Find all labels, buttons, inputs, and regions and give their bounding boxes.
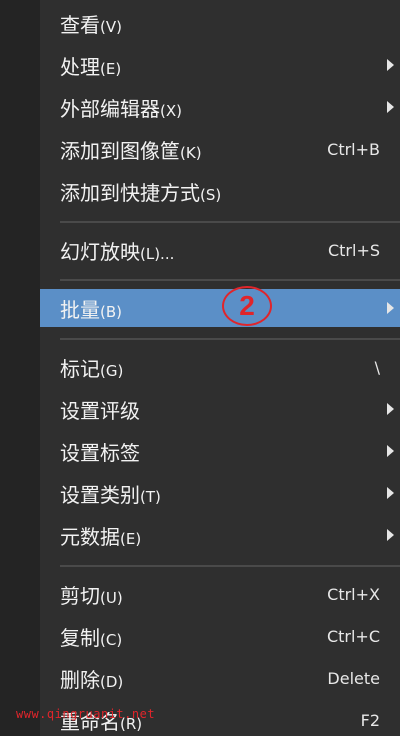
menu-item-label: 查看(V): [60, 12, 122, 37]
menu-item-label: 处理(E): [60, 54, 122, 79]
submenu-arrow-icon: [387, 59, 394, 71]
menu-item-process[interactable]: 处理(E): [40, 46, 400, 84]
submenu-arrow-icon: [387, 445, 394, 457]
menu-item-label: 批量(B): [60, 297, 122, 322]
screen: 查看(V) 处理(E) 外部编辑器(X) 添加到图像筐(K) Ctrl+B 添加…: [0, 0, 400, 736]
menu-item-shortcut: Ctrl+C: [326, 626, 380, 646]
step-number-annotation: 2: [222, 286, 272, 326]
menu-item-add-to-shortcuts[interactable]: 添加到快捷方式(S): [40, 172, 400, 210]
submenu-arrow-icon: [387, 101, 394, 113]
menu-item-shortcut: Ctrl+B: [327, 139, 380, 159]
menu-item-label: 剪切(U): [60, 583, 123, 608]
menu-item-external-editor[interactable]: 外部编辑器(X): [40, 88, 400, 126]
menu-separator: [60, 338, 400, 340]
watermark-text: www.qingruanit.net: [16, 707, 156, 721]
submenu-arrow-icon: [387, 487, 394, 499]
menu-item-label: 标记(G): [60, 356, 124, 381]
context-menu: 查看(V) 处理(E) 外部编辑器(X) 添加到图像筐(K) Ctrl+B 添加…: [40, 0, 400, 736]
submenu-arrow-icon: [387, 529, 394, 541]
menu-item-shortcut: Delete: [327, 668, 380, 688]
menu-item-add-to-basket[interactable]: 添加到图像筐(K) Ctrl+B: [40, 130, 400, 168]
menu-item-label: 删除(D): [60, 667, 124, 692]
menu-item-label: 设置标签: [60, 440, 140, 465]
menu-item-label: 添加到图像筐(K): [60, 138, 202, 163]
menu-item-mark[interactable]: 标记(G) \: [40, 348, 400, 386]
submenu-arrow-icon: [387, 302, 394, 314]
menu-item-label: 设置类别(T): [60, 482, 161, 507]
menu-item-label: 设置评级: [60, 398, 140, 423]
menu-item-batch[interactable]: 批量(B): [40, 289, 400, 327]
menu-item-label: 外部编辑器(X): [60, 96, 182, 121]
menu-item-set-label[interactable]: 设置标签: [40, 432, 400, 470]
menu-item-metadata[interactable]: 元数据(E): [40, 516, 400, 554]
menu-item-label: 复制(C): [60, 625, 123, 650]
menu-item-view[interactable]: 查看(V): [40, 4, 400, 42]
menu-item-shortcut: F2: [360, 710, 380, 730]
menu-item-set-rating[interactable]: 设置评级: [40, 390, 400, 428]
submenu-arrow-icon: [387, 403, 394, 415]
menu-separator: [60, 279, 400, 281]
menu-item-set-category[interactable]: 设置类别(T): [40, 474, 400, 512]
menu-item-copy[interactable]: 复制(C) Ctrl+C: [40, 617, 400, 655]
menu-item-cut[interactable]: 剪切(U) Ctrl+X: [40, 575, 400, 613]
menu-item-slideshow[interactable]: 幻灯放映(L)... Ctrl+S: [40, 231, 400, 269]
menu-separator: [60, 565, 400, 567]
menu-item-label: 元数据(E): [60, 524, 142, 549]
menu-item-shortcut: Ctrl+S: [327, 240, 380, 260]
menu-separator: [60, 221, 400, 223]
menu-item-label: 添加到快捷方式(S): [60, 180, 222, 205]
menu-item-shortcut: \: [374, 357, 380, 377]
menu-item-shortcut: Ctrl+X: [327, 584, 380, 604]
menu-item-label: 幻灯放映(L)...: [60, 239, 175, 264]
background-window-edge: [0, 0, 40, 736]
menu-item-delete[interactable]: 删除(D) Delete: [40, 659, 400, 697]
